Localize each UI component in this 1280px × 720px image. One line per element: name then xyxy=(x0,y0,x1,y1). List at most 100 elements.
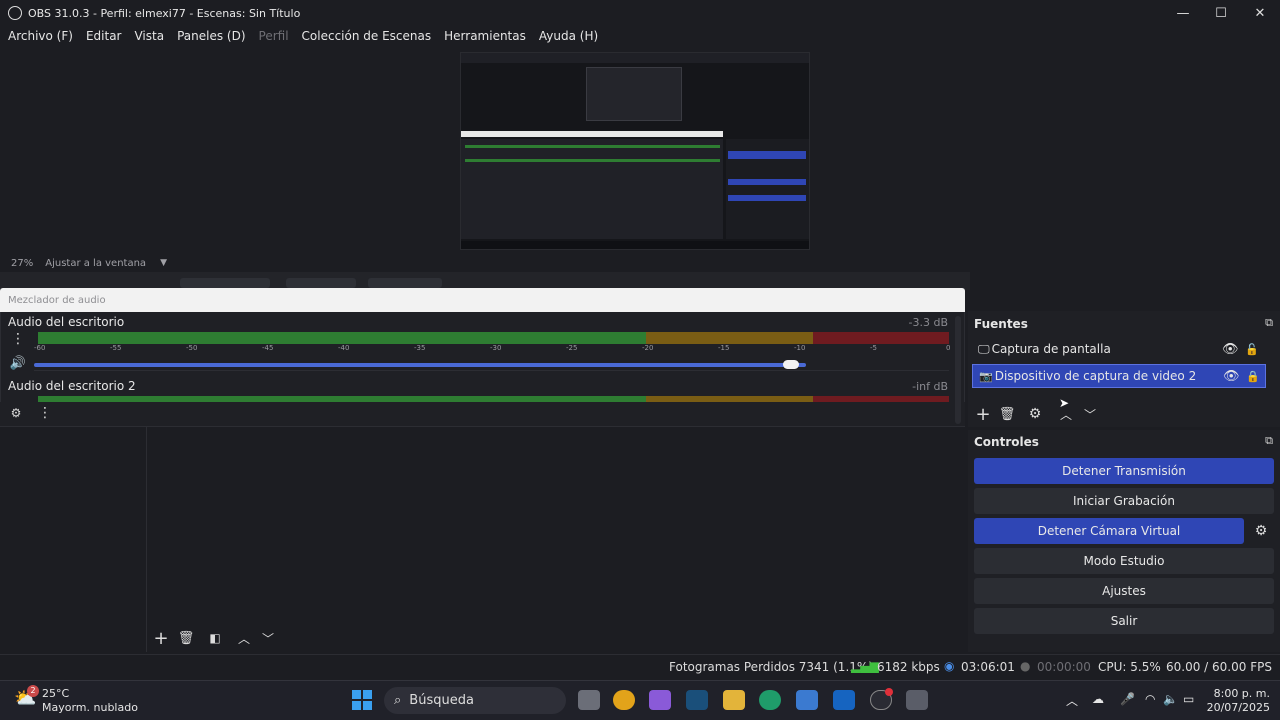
title-bar: OBS 31.0.3 - Perfil: elmexi77 - Escenas:… xyxy=(0,0,1280,26)
chrome-icon[interactable] xyxy=(613,690,635,710)
menu-coleccion-escenas[interactable]: Colección de Escenas xyxy=(302,29,432,43)
meter-tick-label: -25 xyxy=(566,344,578,352)
record-icon: ● xyxy=(1020,659,1031,673)
source-label: Dispositivo de captura de video 2 xyxy=(994,369,1197,383)
fit-window-select[interactable]: Ajustar a la ventana xyxy=(45,258,146,269)
trash-icon[interactable]: 🗑 xyxy=(177,629,195,647)
exit-button[interactable]: Salir xyxy=(974,608,1274,634)
signal-bars-icon: ▂▄▆ xyxy=(851,659,879,673)
chevron-down-icon[interactable]: ▼ xyxy=(160,258,167,268)
filter-icon[interactable]: ◧ xyxy=(206,629,224,647)
more-options-icon[interactable]: ⋮ xyxy=(10,331,26,347)
steam-icon[interactable] xyxy=(686,690,708,710)
menu-paneles[interactable]: Paneles (D) xyxy=(177,29,245,43)
studio-mode-button[interactable]: Modo Estudio xyxy=(974,548,1274,574)
channel-db: -3.3 dB xyxy=(908,316,949,329)
weather-desc[interactable]: Mayorm. nublado xyxy=(42,701,138,714)
settings-button[interactable]: Ajustes xyxy=(974,578,1274,604)
search-placeholder: Búsqueda xyxy=(409,693,474,708)
wifi-icon[interactable]: ◠ xyxy=(1145,692,1155,706)
menu-bar: Archivo (F) Editar Vista Paneles (D) Per… xyxy=(0,26,1280,46)
source-item[interactable]: 🖵 Captura de pantalla 👁 🔓 xyxy=(972,337,1266,361)
panel-divider xyxy=(146,427,147,652)
streaming-icon: ◉ xyxy=(944,659,955,673)
menu-herramientas[interactable]: Herramientas xyxy=(444,29,526,43)
meter-ticks: -60 -55 -50 -45 -40 -35 -30 -25 -20 -15 -10 -5 0 xyxy=(34,344,950,354)
virtualcam-settings-gear-icon[interactable]: ⚙ xyxy=(1252,522,1270,540)
outlook-icon[interactable] xyxy=(833,690,855,710)
dropped-frames: Fotogramas Perdidos 7341 (1.1%) xyxy=(669,660,873,674)
zoom-bar: 27% Ajustar a la ventana ▼ xyxy=(0,254,1280,272)
menu-perfil[interactable]: Perfil xyxy=(259,29,289,43)
gear-icon[interactable]: ⚙ xyxy=(1026,405,1044,423)
camera-icon: 📷 xyxy=(979,369,993,383)
stream-time: 03:06:01 xyxy=(961,660,1015,674)
chevron-down-icon[interactable]: ﹀ xyxy=(259,629,277,647)
clock-time[interactable]: 8:00 p. m. xyxy=(1212,687,1270,700)
dock-tab[interactable] xyxy=(286,278,356,288)
maximize-button[interactable]: ☐ xyxy=(1201,0,1241,26)
audio-mixer-title[interactable]: Mezclador de audio xyxy=(0,288,965,312)
window-title: OBS 31.0.3 - Perfil: elmexi77 - Escenas:… xyxy=(28,6,301,20)
more-options-icon[interactable]: ⋮ xyxy=(37,405,53,421)
eye-icon[interactable]: 👁 xyxy=(1222,342,1239,357)
edge-icon[interactable] xyxy=(759,690,781,710)
stop-stream-button[interactable]: Detener Transmisión xyxy=(974,458,1274,484)
file-explorer-icon[interactable] xyxy=(723,690,745,710)
fps: 60.00 / 60.00 FPS xyxy=(1166,660,1272,674)
add-icon[interactable]: + xyxy=(974,404,992,425)
menu-ayuda[interactable]: Ayuda (H) xyxy=(539,29,598,43)
minimize-button[interactable]: — xyxy=(1163,0,1203,26)
meter-tick-label: -45 xyxy=(262,344,274,352)
task-view-icon[interactable] xyxy=(578,690,600,710)
speaker-icon[interactable]: 🔊 xyxy=(10,355,26,371)
eye-icon[interactable]: 👁 xyxy=(1223,369,1240,384)
store-icon[interactable] xyxy=(796,690,818,710)
menu-archivo[interactable]: Archivo (F) xyxy=(8,29,73,43)
chevron-up-icon[interactable]: ︿ xyxy=(235,629,253,647)
mixer-scrollbar[interactable] xyxy=(955,316,961,424)
record-time: 00:00:00 xyxy=(1037,660,1091,674)
chevron-up-icon[interactable]: ︿ xyxy=(1066,692,1078,709)
tray-app-icon[interactable]: ☁ xyxy=(1092,692,1104,706)
menu-vista[interactable]: Vista xyxy=(134,29,164,43)
add-icon[interactable]: + xyxy=(152,628,170,649)
weather-badge: 2 xyxy=(27,685,39,697)
battery-icon[interactable]: ▭ xyxy=(1183,692,1194,706)
unlock-icon[interactable]: 🔓 xyxy=(1245,343,1259,356)
advanced-audio-gear-icon[interactable]: ⚙ xyxy=(8,405,24,421)
taskbar-search[interactable]: ⌕ Búsqueda xyxy=(384,687,566,714)
channel-db: -inf dB xyxy=(912,380,948,393)
source-item-selected[interactable]: 📷 Dispositivo de captura de video 2 👁 🔒 xyxy=(972,364,1266,388)
clock-date[interactable]: 20/07/2025 xyxy=(1202,701,1270,714)
lock-icon[interactable]: 🔒 xyxy=(1246,370,1260,383)
weather-temp[interactable]: 25°C xyxy=(42,687,69,700)
volume-icon[interactable]: 🔈 xyxy=(1163,692,1178,706)
volume-slider-knob[interactable] xyxy=(782,360,799,369)
copilot-icon[interactable] xyxy=(649,690,671,710)
dock-tab[interactable] xyxy=(180,278,270,288)
stop-virtualcam-button[interactable]: Detener Cámara Virtual xyxy=(974,518,1244,544)
close-button[interactable]: ✕ xyxy=(1240,0,1280,26)
status-bar: Fotogramas Perdidos 7341 (1.1%) ▂▄▆ 6182… xyxy=(0,654,1280,680)
scenes-panel xyxy=(0,427,965,652)
start-record-button[interactable]: Iniciar Grabación xyxy=(974,488,1274,514)
windows-start-icon[interactable] xyxy=(352,690,372,710)
source-label: Captura de pantalla xyxy=(991,342,1111,356)
menu-editar[interactable]: Editar xyxy=(86,29,122,43)
obs-logo-icon xyxy=(8,6,22,20)
volume-meter xyxy=(38,332,949,344)
trash-icon[interactable]: 🗑 xyxy=(998,405,1016,423)
settings-app-icon[interactable] xyxy=(906,690,928,710)
undock-icon[interactable]: ⧉ xyxy=(1262,434,1276,448)
taskbar xyxy=(0,680,1280,720)
volume-slider[interactable] xyxy=(34,363,806,367)
chevron-down-icon[interactable]: ﹀ xyxy=(1081,405,1099,423)
microphone-icon[interactable]: 🎤 xyxy=(1120,692,1135,706)
preview-canvas xyxy=(460,52,810,250)
cpu-usage: CPU: 5.5% xyxy=(1098,660,1161,674)
meter-tick-label: -5 xyxy=(870,344,877,352)
undock-icon[interactable]: ⧉ xyxy=(1262,316,1276,330)
dock-tab[interactable] xyxy=(368,278,442,288)
controls-title: Controles xyxy=(974,435,1039,449)
